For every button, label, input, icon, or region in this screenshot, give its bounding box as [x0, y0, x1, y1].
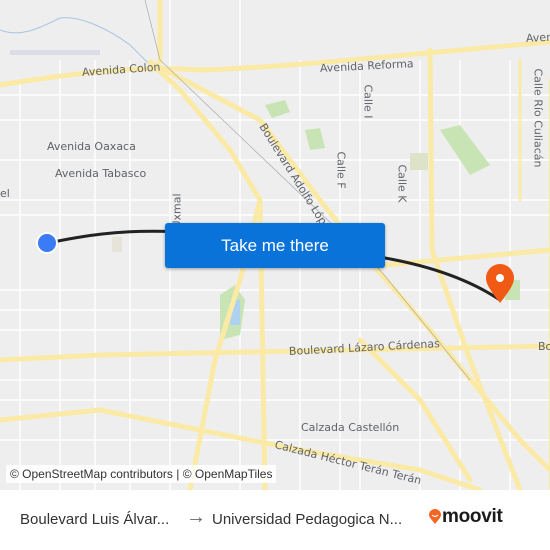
origin-marker	[36, 232, 58, 254]
moovit-logo[interactable]: moovit	[428, 506, 503, 528]
origin-name: Boulevard Luis Álvar...	[20, 511, 170, 528]
destination-name: Universidad Pedagogica N...	[212, 511, 403, 528]
street-label-el: el	[0, 187, 10, 200]
map-attribution[interactable]: © OpenStreetMap contributors | © OpenMap…	[6, 465, 277, 483]
street-label-calle-rio-culiacan: Calle Río Culiacán	[531, 68, 545, 168]
arrow-right-icon: →	[186, 506, 206, 528]
moovit-pin-icon	[429, 509, 441, 524]
footer: Boulevard Luis Álvar... → Universidad Pe…	[0, 490, 550, 550]
street-label-bo: Bo	[538, 340, 550, 353]
moovit-wordmark: moovit	[442, 506, 503, 527]
street-label-aven: Aven	[525, 30, 550, 45]
street-label-avenida-oaxaca: Avenida Oaxaca	[47, 140, 136, 153]
street-label-avenida-tabasco: Avenida Tabasco	[55, 167, 147, 180]
street-label-calle-k: Calle K	[395, 164, 409, 203]
street-label-calzada-castellon: Calzada Castellón	[301, 421, 400, 434]
street-label-calle-i: Calle I	[361, 84, 375, 119]
street-label-calle-f: Calle F	[334, 151, 348, 189]
map[interactable]: Avenida Colon Avenida Reforma Aven Aveni…	[0, 0, 550, 490]
take-me-there-button[interactable]: Take me there	[165, 223, 385, 268]
